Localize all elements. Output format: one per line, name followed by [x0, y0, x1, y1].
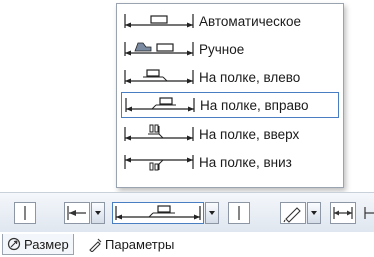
arrows-outward-button[interactable]	[330, 202, 356, 224]
menu-item-automatic[interactable]: Автоматическое	[121, 8, 339, 34]
separator-button-2[interactable]	[228, 202, 250, 224]
menu-item-shelf-up[interactable]: На полке, вверх	[121, 121, 339, 147]
tab-label: Размер	[24, 236, 69, 252]
dimension-auto-icon	[124, 14, 194, 28]
separator-icon	[238, 206, 240, 220]
dimension-shelf-up-icon	[124, 124, 194, 141]
dimension-text-placement-button[interactable]	[112, 202, 204, 224]
dimension-tab-icon	[7, 237, 21, 251]
tab-label: Параметры	[105, 237, 175, 252]
menu-item-label: На полке, вниз	[199, 154, 292, 170]
dimension-shelf-left-icon	[124, 69, 194, 84]
separator-button[interactable]	[14, 202, 36, 224]
menu-item-shelf-right[interactable]: На полке, вправо	[121, 92, 339, 118]
menu-item-label: Автоматическое	[199, 13, 302, 29]
edit-text-icon	[283, 207, 301, 223]
tab-parameters[interactable]: Параметры	[84, 234, 178, 255]
menu-item-label: Ручное	[199, 41, 245, 57]
partial-tool-icon	[364, 207, 374, 219]
dimension-manual-icon	[124, 42, 194, 56]
next-tool-partial[interactable]	[362, 202, 374, 224]
menu-item-shelf-left[interactable]: На полке, влево	[121, 64, 339, 90]
menu-item-label: На полке, влево	[199, 69, 301, 85]
dimension-shelf-right-icon	[125, 97, 195, 112]
menu-item-manual[interactable]: Ручное	[121, 36, 339, 62]
property-tabs: Размер Параметры	[0, 232, 374, 257]
dimension-shelf-right-icon	[115, 205, 201, 220]
dimension-text-placement-dropdown[interactable]	[205, 202, 219, 224]
menu-item-shelf-down[interactable]: На полке, вниз	[121, 149, 339, 175]
menu-item-label: На полке, вверх	[199, 126, 300, 142]
separator-icon	[24, 206, 26, 220]
parameters-tab-icon	[89, 238, 102, 252]
tab-size[interactable]: Размер	[2, 234, 74, 255]
edit-text-dropdown[interactable]	[307, 202, 321, 224]
dimension-toolbar	[0, 192, 374, 234]
arrows-outward-icon	[333, 207, 353, 219]
dimension-shelf-down-icon	[124, 155, 194, 171]
menu-item-label: На полке, вправо	[200, 97, 309, 113]
arrow-type-button[interactable]	[64, 202, 90, 224]
arrow-in-icon	[67, 206, 86, 220]
arrow-type-dropdown[interactable]	[91, 202, 105, 224]
edit-text-button[interactable]	[280, 202, 306, 224]
dimension-style-menu: Автоматическое Ручное На полке, влево На…	[116, 3, 344, 188]
